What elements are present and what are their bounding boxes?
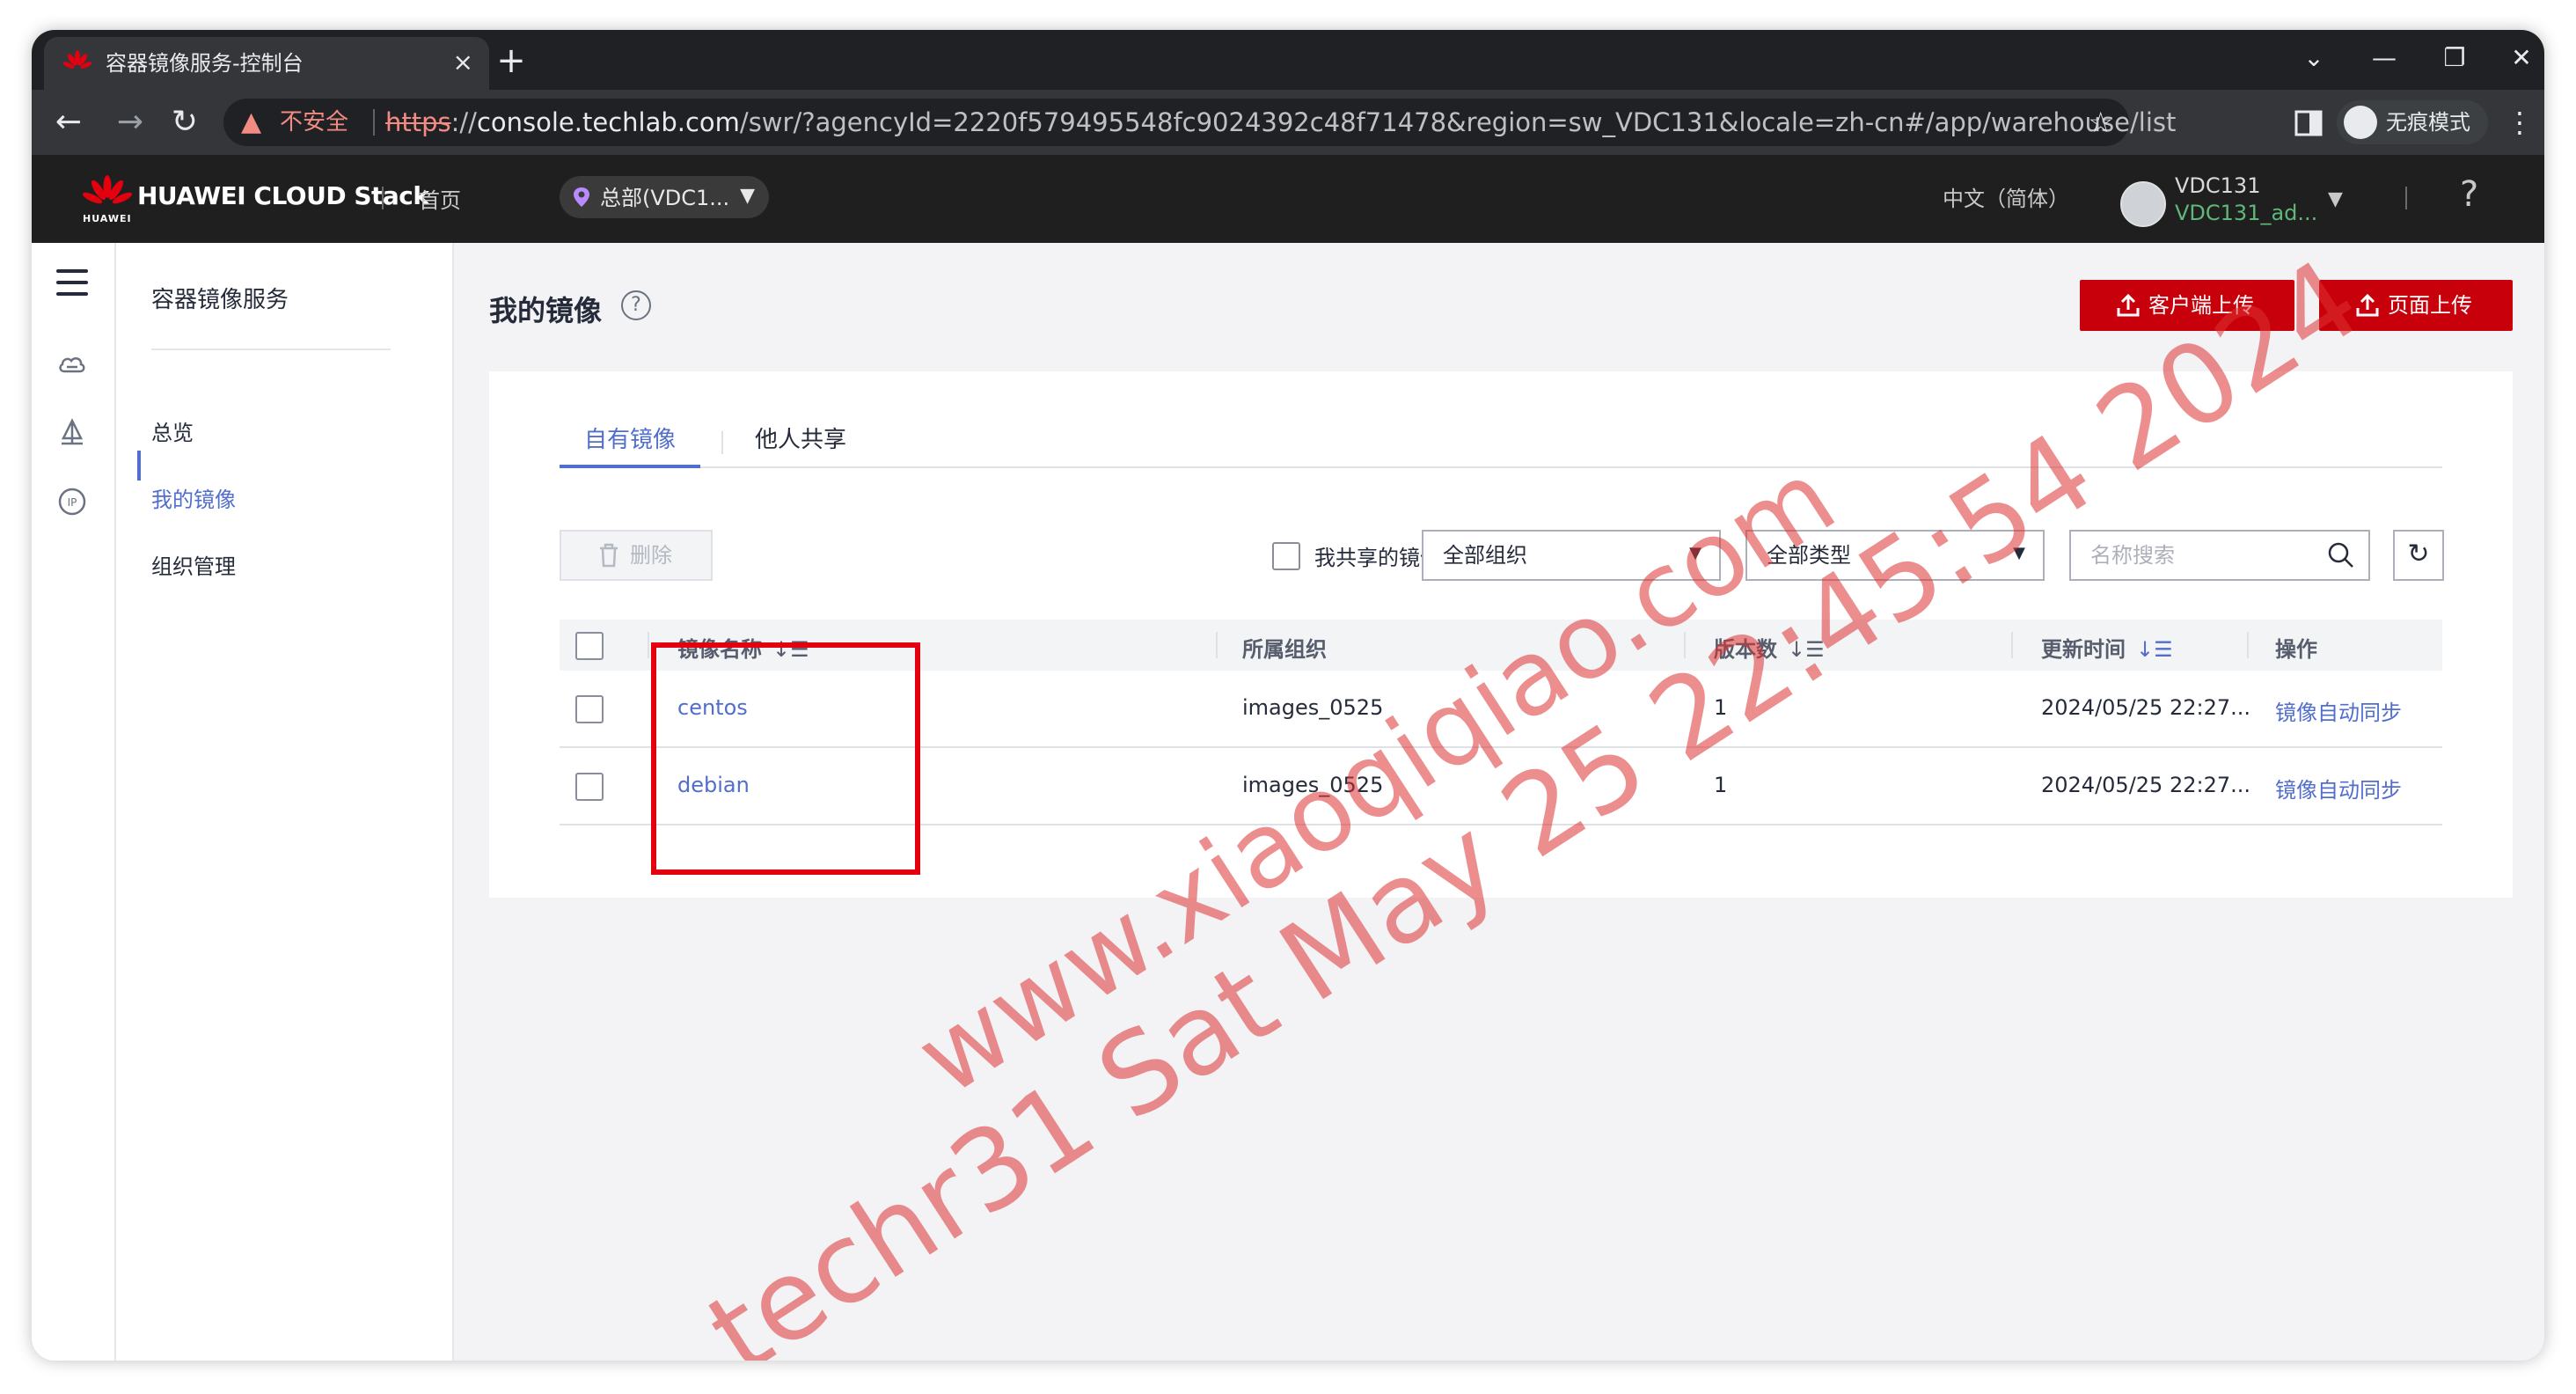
column-divider bbox=[648, 632, 649, 658]
url-scheme: https bbox=[385, 107, 451, 137]
page-title: 我的镜像 bbox=[489, 294, 603, 327]
incognito-icon bbox=[2344, 106, 2377, 139]
delete-button[interactable]: 删除 bbox=[560, 530, 713, 581]
menu-icon[interactable] bbox=[56, 269, 88, 296]
search-icon[interactable] bbox=[2326, 540, 2356, 570]
delete-label: 删除 bbox=[630, 543, 672, 568]
sidebar-item-my-images[interactable]: 我的镜像 bbox=[151, 482, 236, 513]
address-bar[interactable]: ▲ 不安全 https://console.techlab.com/swr/?a… bbox=[223, 99, 2176, 146]
sidebar-item-overview[interactable]: 总览 bbox=[151, 415, 194, 446]
column-updated-label: 更新时间 bbox=[2041, 637, 2126, 662]
header-divider-right bbox=[2405, 187, 2407, 209]
name-search-input[interactable]: 名称搜索 bbox=[2069, 530, 2370, 581]
back-icon[interactable]: ← bbox=[48, 102, 90, 144]
brand-name: HUAWEI CLOUD Stack bbox=[137, 181, 429, 210]
close-window-icon[interactable]: ✕ bbox=[2486, 39, 2544, 77]
column-divider bbox=[1216, 632, 1218, 658]
url-path: /swr/?agencyId=2220f579495548fc9024392c4… bbox=[739, 107, 2177, 137]
url-separator: :// bbox=[450, 107, 477, 137]
column-divider bbox=[2011, 632, 2013, 658]
tab-divider bbox=[721, 431, 723, 454]
tab-title: 容器镜像服务-控制台 bbox=[106, 51, 304, 76]
huawei-favicon-icon bbox=[63, 50, 91, 69]
warning-icon[interactable]: ▲ bbox=[241, 107, 261, 137]
column-divider bbox=[2247, 632, 2249, 658]
url-text[interactable]: https://console.techlab.com/swr/?agencyI… bbox=[385, 107, 2176, 137]
column-header-actions: 操作 bbox=[2275, 637, 2317, 662]
tab-close-icon[interactable]: × bbox=[453, 48, 473, 77]
tenant-name: VDC131 bbox=[2175, 173, 2261, 198]
region-label: 总部(VDC1... bbox=[600, 186, 730, 210]
avatar[interactable] bbox=[2120, 181, 2166, 227]
browser-window: 容器镜像服务-控制台 × + ⌄ — ❐ ✕ ← → ↻ ▲ 不安全 https… bbox=[32, 30, 2544, 1361]
auto-sync-link[interactable]: 镜像自动同步 bbox=[2275, 773, 2402, 803]
browser-menu-icon[interactable]: ⋮ bbox=[2506, 102, 2534, 143]
side-panel-icon[interactable] bbox=[2293, 107, 2324, 139]
user-caret-icon[interactable]: ▼ bbox=[2328, 188, 2343, 210]
refresh-icon[interactable]: ↻ bbox=[2393, 530, 2444, 581]
location-pin-icon bbox=[574, 187, 589, 207]
row-checkbox[interactable] bbox=[575, 773, 604, 801]
sort-desc-icon[interactable]: ↓☰ bbox=[2136, 637, 2173, 662]
page-upload-label: 页面上传 bbox=[2388, 293, 2472, 318]
help-circle-icon[interactable]: ? bbox=[621, 290, 651, 320]
ip-icon[interactable]: IP bbox=[56, 486, 88, 517]
svg-text:IP: IP bbox=[68, 496, 77, 509]
shared-by-me-checkbox[interactable] bbox=[1272, 542, 1300, 570]
browser-tab[interactable]: 容器镜像服务-控制台 × bbox=[44, 37, 489, 90]
search-placeholder: 名称搜索 bbox=[2090, 543, 2175, 568]
header-divider bbox=[382, 187, 384, 209]
user-menu[interactable]: VDC131 VDC131_ad... bbox=[2175, 172, 2317, 227]
upload-icon bbox=[2117, 293, 2140, 317]
url-host: console.techlab.com bbox=[476, 107, 740, 137]
sidebar-active-indicator bbox=[137, 451, 141, 481]
incognito-label: 无痕模式 bbox=[2386, 110, 2470, 135]
sidebar-divider bbox=[151, 348, 391, 350]
cloud-icon[interactable] bbox=[56, 348, 88, 380]
auto-sync-link[interactable]: 镜像自动同步 bbox=[2275, 695, 2402, 726]
bookmark-star-icon[interactable]: ☆ bbox=[2088, 106, 2113, 139]
row-checkbox[interactable] bbox=[575, 695, 604, 723]
image-versions: 1 bbox=[1714, 773, 1728, 797]
deploy-icon[interactable] bbox=[56, 417, 88, 449]
service-sidebar: 容器镜像服务 总览 我的镜像 组织管理 bbox=[116, 243, 454, 1361]
logo-text: HUAWEI bbox=[83, 213, 132, 224]
minimize-icon[interactable]: — bbox=[2349, 39, 2419, 77]
column-header-org: 所属组织 bbox=[1242, 637, 1327, 662]
service-rail: IP bbox=[32, 243, 116, 1361]
home-link[interactable]: 首页 bbox=[419, 183, 461, 214]
security-label[interactable]: 不安全 bbox=[280, 109, 348, 136]
sidebar-item-org-management[interactable]: 组织管理 bbox=[151, 549, 236, 580]
browser-toolbar: ← → ↻ ▲ 不安全 https://console.techlab.com/… bbox=[32, 90, 2544, 155]
reload-icon[interactable]: ↻ bbox=[164, 102, 206, 144]
trash-icon bbox=[600, 543, 618, 568]
tab-search-icon[interactable]: ⌄ bbox=[2279, 39, 2349, 77]
account-name: VDC131_ad... bbox=[2175, 201, 2318, 225]
incognito-badge[interactable]: 无痕模式 bbox=[2337, 100, 2488, 144]
image-updated: 2024/05/25 22:27... bbox=[2041, 773, 2251, 797]
image-updated: 2024/05/25 22:27... bbox=[2041, 695, 2251, 720]
caret-down-icon: ▼ bbox=[740, 185, 755, 207]
column-header-updated[interactable]: 更新时间 ↓☰ bbox=[2041, 632, 2173, 663]
huawei-logo-icon bbox=[83, 175, 132, 204]
tab-own-images[interactable]: 自有镜像 bbox=[560, 422, 700, 468]
console-header: HUAWEI HUAWEI CLOUD Stack 首页 总部(VDC1... … bbox=[32, 155, 2544, 243]
highlight-box bbox=[651, 642, 920, 875]
forward-icon[interactable]: → bbox=[109, 102, 151, 144]
restore-icon[interactable]: ❐ bbox=[2419, 39, 2490, 77]
select-all-checkbox[interactable] bbox=[575, 632, 604, 660]
tab-shared-images[interactable]: 他人共享 bbox=[739, 422, 862, 465]
service-title: 容器镜像服务 bbox=[151, 287, 289, 313]
org-filter-value: 全部组织 bbox=[1443, 543, 1527, 568]
region-selector[interactable]: 总部(VDC1... ▼ bbox=[560, 176, 769, 218]
help-icon[interactable]: ? bbox=[2460, 174, 2478, 215]
omnibox-divider bbox=[373, 109, 375, 136]
new-tab-button[interactable]: + bbox=[489, 42, 533, 79]
language-selector[interactable]: 中文（简体） bbox=[1943, 181, 2069, 212]
browser-tab-bar: 容器镜像服务-控制台 × + ⌄ — ❐ ✕ bbox=[32, 30, 2544, 90]
